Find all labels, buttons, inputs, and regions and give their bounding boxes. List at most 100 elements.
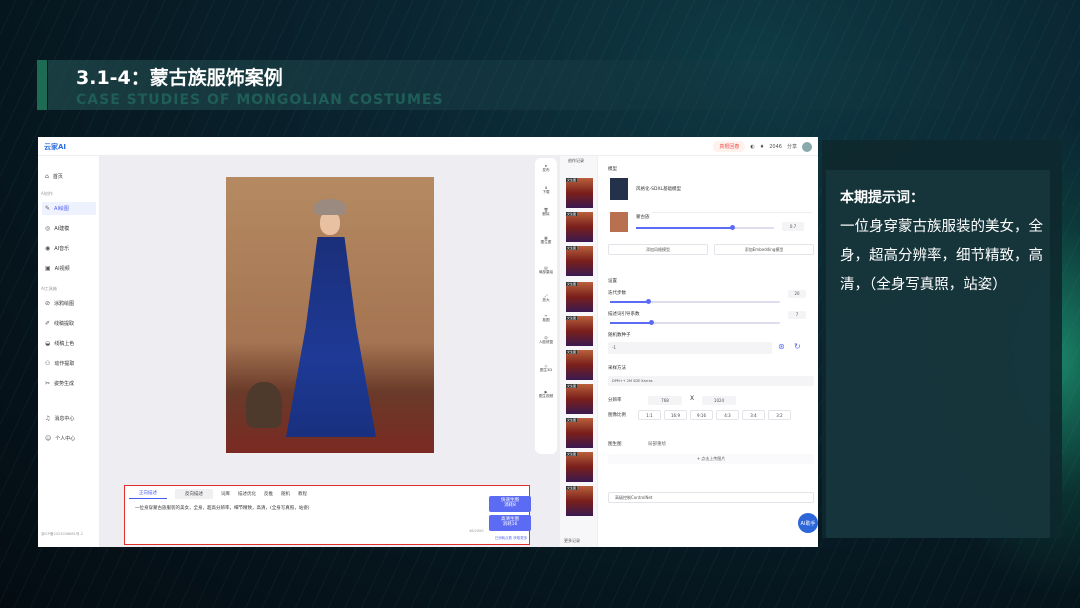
settings-panel: 模型 风格化-SDXL基础模型 蒙古族 0.7 添加风格模型 添加Embeddi… [598, 156, 818, 547]
prompt-card-body: 一位身穿蒙古族服装的美女，全身，超高分辨率，细节精致，高清，（全身写真照，站姿） [840, 219, 1043, 293]
publish-button[interactable]: ➤ 发布 [537, 164, 555, 172]
ratio-option[interactable]: 3:2 [768, 410, 791, 420]
image-toolstrip: ➤ 发布 ⬇ 下载 🗑 删除 ▦ 图生图 ▤ 局部重绘 ⤢ 放大 ✂ 抠图 ☺ 人脸修复 ◇ 图生… [535, 158, 557, 454]
times-sign: X [690, 395, 695, 402]
music-icon: ◉ [45, 245, 51, 252]
delete-button[interactable]: 🗑 删除 [537, 208, 555, 216]
gift-icon[interactable]: ♦ [760, 144, 764, 150]
sidebar-item-pose[interactable]: ✂ 姿势生成 [42, 377, 96, 390]
controlnet-toggle[interactable]: 高级控制ControlNet [608, 492, 814, 503]
sidebar-item-motion[interactable]: ⚇ 动作提取 [42, 357, 96, 370]
tab-img2img[interactable]: 图生图 [608, 441, 622, 447]
steps-slider[interactable] [610, 299, 780, 304]
more-history-link[interactable]: 更多记录 [564, 538, 580, 544]
width-input[interactable]: 768 [648, 396, 682, 405]
sidebar-item-ai-model[interactable]: ◎ AI建模 [42, 222, 96, 235]
sidebar-item-ai-draw[interactable]: ✎ AI绘图 [42, 202, 96, 215]
lora-name: 蒙古族 [636, 215, 650, 220]
sidebar-item-ai-music[interactable]: ◉ AI音乐 [42, 242, 96, 255]
history-thumb[interactable]: 文生图 [566, 282, 593, 312]
reverse-button[interactable]: 反推 [264, 491, 273, 497]
resolution-label: 分辨率 [608, 398, 622, 403]
seed-input[interactable]: -1 [608, 342, 772, 354]
credits-note[interactable]: 已消耗点数 获取更多 [489, 536, 533, 541]
sampler-select[interactable]: DPM++ 2M SDE Karras [608, 376, 814, 386]
dice-icon[interactable]: ⊛ [778, 342, 785, 351]
add-embedding-button[interactable]: 添加Embedding模型 [714, 244, 814, 255]
recycle-icon[interactable]: ↻ [794, 342, 801, 351]
sidebar-item-home[interactable]: ⌂ 首页 [42, 170, 96, 183]
history-thumb[interactable]: 文生图 [566, 178, 593, 208]
sidebar: ⌂ 首页 AI创作 ✎ AI绘图 ◎ AI建模 ◉ AI音乐 ▣ AI视频 AI工具箱 ⊘… [38, 156, 100, 547]
prompt-input[interactable]: 一位身穿蒙古族服装的美女，全身，超高分辨率，细节精致，高清，(全身写真照，站姿) [135, 505, 310, 511]
share-button[interactable]: 分享 [787, 143, 797, 150]
tab-negative-prompt[interactable]: 反向描述 [175, 488, 213, 499]
theme-icon[interactable]: ◐ [750, 144, 754, 150]
face-fix-button[interactable]: ☺ 人脸修复 [537, 336, 555, 344]
ratio-option[interactable]: 1:1 [638, 410, 661, 420]
sidebar-item-doodle[interactable]: ⊘ 涂鸦绘图 [42, 297, 96, 310]
promo-button[interactable]: 真根回春 [713, 141, 746, 152]
sidebar-item-line-extract[interactable]: ✐ 线稿提取 [42, 317, 96, 330]
history-thumb[interactable]: 文生图 [566, 452, 593, 482]
model-name[interactable]: 风格化-SDXL基础模型 [636, 186, 681, 192]
sidebar-section-create: AI创作 [41, 191, 53, 196]
optimize-button[interactable]: 描述优化 [238, 491, 256, 497]
history-thumb[interactable]: 文生图 [566, 350, 593, 380]
tab-inpaint[interactable]: 局部重绘 [648, 441, 666, 447]
history-thumb[interactable]: 文生图 [566, 418, 593, 448]
tab-positive-prompt[interactable]: 正向描述 [129, 488, 167, 499]
ratio-option[interactable]: 4:3 [716, 410, 739, 420]
add-style-model-button[interactable]: 添加风格模型 [608, 244, 708, 255]
lora-weight-input[interactable]: 0.7 [782, 222, 804, 231]
sidebar-item-ai-video[interactable]: ▣ AI视频 [42, 262, 96, 275]
download-button[interactable]: ⬇ 下载 [537, 186, 555, 194]
avatar[interactable] [802, 141, 812, 152]
lexicon-button[interactable]: 词库 [221, 491, 230, 497]
history-thumb[interactable]: 文生图 [566, 486, 593, 516]
history-title: 创作记录 [568, 158, 584, 163]
history-thumb[interactable]: 文生图 [566, 212, 593, 242]
model-thumb[interactable] [610, 178, 628, 200]
hq-generate-button[interactable]: 高清生图 消耗16 [489, 515, 531, 531]
sidebar-item-colorize[interactable]: ◒ 线稿上色 [42, 337, 96, 350]
cfg-input[interactable]: 7 [788, 311, 806, 319]
history-thumb[interactable]: 文生图 [566, 316, 593, 346]
tutorial-button[interactable]: 教程 [298, 491, 307, 497]
doodle-icon: ⊘ [45, 300, 51, 307]
cutout-button[interactable]: ✂ 抠图 [537, 314, 555, 322]
pose-icon: ✂ [45, 380, 51, 387]
credits-badge[interactable]: 2046 [769, 144, 782, 150]
history-thumb[interactable]: 文生图 [566, 246, 593, 276]
app-logo[interactable]: 云家AI [44, 142, 66, 152]
sidebar-item-profile[interactable]: ☺ 个人中心 [42, 432, 96, 445]
video-icon: ▣ [45, 265, 51, 272]
history-column: 创作记录 文生图 文生图 文生图 文生图 文生图 文生图 文生图 文生图 文生图… [560, 156, 598, 547]
sidebar-item-messages[interactable]: ♫ 消息中心 [42, 412, 96, 425]
history-thumb[interactable]: 文生图 [566, 384, 593, 414]
lora-thumb[interactable] [610, 212, 628, 232]
inpaint-button[interactable]: ▤ 局部重绘 [537, 266, 555, 274]
divider [652, 212, 812, 213]
ratio-option[interactable]: 3:4 [742, 410, 765, 420]
ratio-option[interactable]: 9:16 [690, 410, 713, 420]
lora-weight-slider[interactable] [636, 225, 774, 230]
ai-assistant-button[interactable]: AI助手 [798, 513, 818, 533]
fast-generate-button[interactable]: 快速生图 消耗8 [489, 496, 531, 512]
bell-icon: ♫ [45, 415, 51, 422]
img2img-button[interactable]: ▦ 图生图 [537, 236, 555, 244]
upscale-button[interactable]: ⤢ 放大 [537, 294, 555, 302]
title-accent-bar [37, 60, 47, 110]
steps-input[interactable]: 20 [788, 290, 806, 298]
upload-area[interactable]: + 点击上传图片 [608, 454, 814, 464]
steps-label: 迭代步数 [608, 291, 626, 296]
ratio-option[interactable]: 16:9 [664, 410, 687, 420]
app-topbar: 云家AI 真根回春 ◐ ♦ 2046 分享 [38, 137, 818, 156]
random-button[interactable]: 随机 [281, 491, 290, 497]
generated-image[interactable] [226, 177, 434, 453]
paint-icon: ◒ [45, 340, 51, 347]
img-to-3d-button[interactable]: ◇ 图生3D [537, 364, 555, 372]
cfg-slider[interactable] [610, 320, 780, 325]
img-to-video-button[interactable]: ▶ 图生视频 [537, 390, 555, 398]
height-input[interactable]: 1024 [702, 396, 736, 405]
